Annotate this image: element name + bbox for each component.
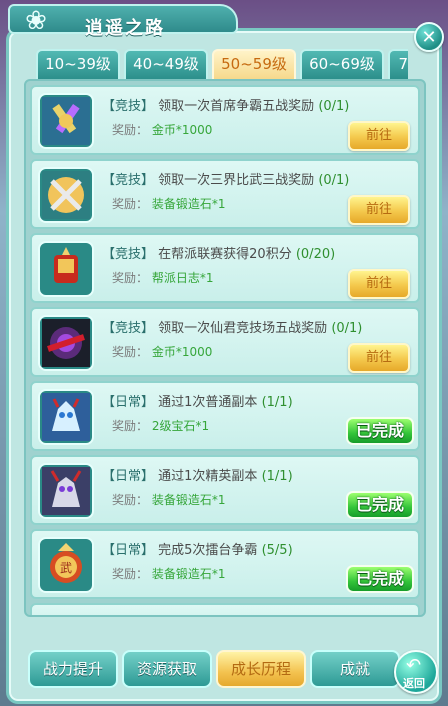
bottom-navigation: 战力提升 资源获取 成长历程 成就 [24,650,400,690]
task-progress: (1/1) [261,395,293,410]
nav-resources-button[interactable]: 资源获取 [122,650,212,688]
task-row: 【竞技】 领取一次仙君竞技场五战奖励 (0/1) 奖励： 金币*1000 前往 [30,307,420,377]
go-button[interactable]: 前往 [348,343,410,373]
return-arrow-icon: ↶ [406,655,422,676]
task-row: 【日常】 通过1次普通副本 (1/1) 奖励： 2级宝石*1 已完成 [30,381,420,451]
task-category: 【日常】 [102,395,155,410]
tab-70[interactable]: 70 [388,49,408,79]
go-button[interactable]: 前往 [348,121,410,151]
task-category: 【竞技】 [102,99,155,114]
reward-line: 奖励： 金币*1000 [112,343,212,360]
completed-badge: 已完成 [346,565,414,593]
reward-value: 金币*1000 [151,345,213,359]
window-title-bar: ❀ 逍遥之路 [8,4,238,39]
level-tabs: 10~39级 40~49级 50~59级 60~69级 70 [36,49,408,79]
task-progress: (0/1) [318,99,350,114]
task-progress: (1/1) [261,469,293,484]
reward-line: 奖励： 2级宝石*1 [112,417,209,434]
reward-value: 装备锻造石*1 [151,493,226,507]
reward-line: 奖励： 装备锻造石*1 [112,565,225,582]
task-category: 【竞技】 [102,247,155,262]
task-row [30,603,420,615]
task-progress: (5/5) [261,543,293,558]
crossed-swords-icon [42,171,90,219]
task-title: 完成5次擂台争霸 [158,543,258,558]
close-icon: ✕ [421,27,437,48]
task-icon-frame [38,167,94,223]
reward-line: 奖励： 帮派日志*1 [112,269,213,286]
task-icon-frame: 武 [38,537,94,593]
guild-banner-icon [42,245,90,293]
task-icon-frame [38,389,94,445]
task-category: 【日常】 [102,469,155,484]
reward-value: 金币*1000 [151,123,213,137]
reward-line: 奖励： 金币*1000 [112,121,212,138]
weapons-icon [42,97,90,145]
task-icon-frame [38,241,94,297]
return-label: 返回 [403,677,425,690]
nav-achievements-button[interactable]: 成就 [310,650,400,688]
reward-value: 2级宝石*1 [151,419,210,433]
task-text: 【日常】 通过1次普通副本 (1/1) [102,391,293,410]
task-category: 【竞技】 [102,173,155,188]
task-row: 【竞技】 在帮派联赛获得20积分 (0/20) 奖励： 帮派日志*1 前往 [30,233,420,303]
lotus-ornament-icon: ❀ [25,6,47,36]
reward-value: 装备锻造石*1 [151,197,226,211]
task-progress: (0/1) [331,321,363,336]
completed-badge: 已完成 [346,491,414,519]
task-icon-frame [38,93,94,149]
tab-10-39[interactable]: 10~39级 [36,49,120,79]
task-title: 在帮派联赛获得20积分 [158,247,292,262]
arena-mascot-icon: 武 [42,541,90,589]
task-progress: (0/1) [318,173,350,188]
reward-label: 奖励： [112,197,149,211]
task-category: 【竞技】 [102,321,155,336]
reward-label: 奖励： [112,345,149,359]
frost-beast-icon [42,393,90,441]
close-button[interactable]: ✕ [414,22,444,52]
completed-badge: 已完成 [346,417,414,445]
nav-growth-button[interactable]: 成长历程 [216,650,306,688]
task-row: 武 【日常】 完成5次擂台争霸 (5/5) 奖励： 装备锻造石*1 已完成 [30,529,420,599]
task-title: 通过1次普通副本 [158,395,258,410]
silver-beast-icon [42,467,90,515]
task-title: 领取一次三界比武三战奖励 [158,173,315,188]
task-row: 【竞技】 领取一次首席争霸五战奖励 (0/1) 奖励： 金币*1000 前往 [30,85,420,155]
window-title: 逍遥之路 [85,18,165,39]
return-button[interactable]: ↶ 返回 [394,650,438,694]
task-title: 通过1次精英副本 [158,469,258,484]
reward-value: 装备锻造石*1 [151,567,226,581]
task-row: 【日常】 通过1次精英副本 (1/1) 奖励： 装备锻造石*1 已完成 [30,455,420,525]
reward-label: 奖励： [112,419,149,433]
tab-60-69[interactable]: 60~69级 [300,49,384,79]
chaos-orb-icon [42,319,90,367]
task-text: 【竞技】 在帮派联赛获得20积分 (0/20) [102,243,335,262]
reward-value: 帮派日志*1 [151,271,214,285]
task-text: 【竞技】 领取一次三界比武三战奖励 (0/1) [102,169,349,188]
task-category: 【日常】 [102,543,155,558]
task-text: 【日常】 通过1次精英副本 (1/1) [102,465,293,484]
nav-power-up-button[interactable]: 战力提升 [28,650,118,688]
task-icon-frame [38,315,94,371]
reward-line: 奖励： 装备锻造石*1 [112,195,225,212]
task-text: 【日常】 完成5次擂台争霸 (5/5) [102,539,293,558]
task-list[interactable]: 【竞技】 领取一次首席争霸五战奖励 (0/1) 奖励： 金币*1000 前往 【… [24,79,426,617]
reward-line: 奖励： 装备锻造石*1 [112,491,225,508]
task-title: 领取一次仙君竞技场五战奖励 [158,321,328,336]
task-text: 【竞技】 领取一次首席争霸五战奖励 (0/1) [102,95,349,114]
task-progress: (0/20) [295,247,336,262]
task-text: 【竞技】 领取一次仙君竞技场五战奖励 (0/1) [102,317,362,336]
reward-label: 奖励： [112,123,149,137]
task-row: 【竞技】 领取一次三界比武三战奖励 (0/1) 奖励： 装备锻造石*1 前往 [30,159,420,229]
reward-label: 奖励： [112,271,149,285]
go-button[interactable]: 前往 [348,269,410,299]
reward-label: 奖励： [112,567,149,581]
svg-text:武: 武 [60,561,72,575]
tab-50-59[interactable]: 50~59级 [212,49,296,79]
reward-label: 奖励： [112,493,149,507]
task-title: 领取一次首席争霸五战奖励 [158,99,315,114]
go-button[interactable]: 前往 [348,195,410,225]
tab-40-49[interactable]: 40~49级 [124,49,208,79]
task-icon-frame [38,463,94,519]
